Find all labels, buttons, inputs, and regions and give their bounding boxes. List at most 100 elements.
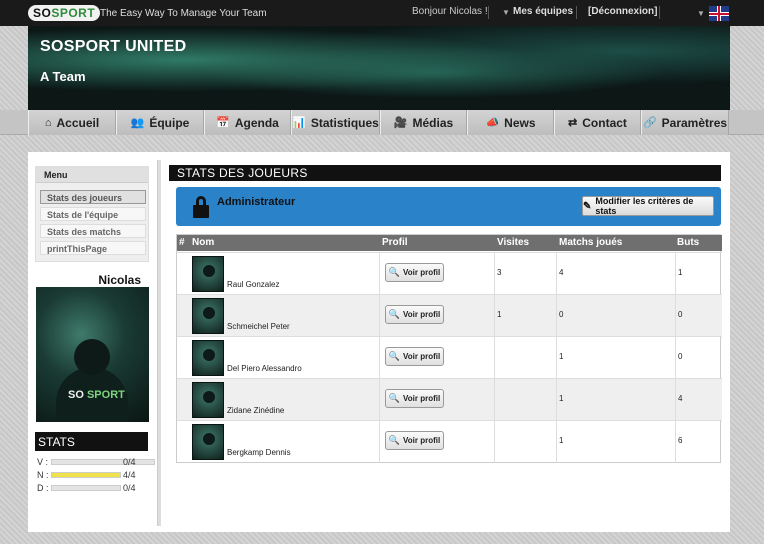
home-icon: ⌂ xyxy=(44,116,52,129)
team-banner: SOSPORT UNITED A Team xyxy=(28,26,730,110)
admin-box: Administrateur ✎ Modifier les critères d… xyxy=(176,187,721,226)
magnifier-icon: 🔍 xyxy=(388,309,401,319)
matches-value: 1 xyxy=(559,352,564,361)
stat-row-draws: N : 4/4 xyxy=(37,470,136,480)
view-profile-button[interactable]: 🔍 Voir profil xyxy=(385,263,444,282)
stat-bar xyxy=(51,472,121,478)
nav-contact[interactable]: ⇄ Contact xyxy=(554,110,641,135)
menu-item-stats-joueurs[interactable]: Stats des joueurs xyxy=(40,190,146,204)
view-profile-button[interactable]: 🔍 Voir profil xyxy=(385,431,444,450)
visits-value: 1 xyxy=(497,310,502,319)
sidebar-divider xyxy=(157,160,161,526)
goals-value: 0 xyxy=(678,310,683,319)
users-icon: 👥 xyxy=(130,117,145,129)
separator xyxy=(576,6,577,19)
col-header-matches: Matchs joués xyxy=(559,237,623,248)
separator xyxy=(488,6,489,19)
chevron-down-icon: ▼ xyxy=(697,9,705,18)
photo-brand: SO SPORT xyxy=(68,389,125,401)
stats-heading: STATS xyxy=(35,432,148,451)
stat-bar xyxy=(51,485,121,491)
table-row: Bergkamp Dennis 🔍 Voir profil 1 6 xyxy=(177,420,722,463)
section-title: STATS DES JOUEURS xyxy=(169,165,721,181)
nav-agenda[interactable]: 📅 Agenda xyxy=(204,110,291,135)
uk-flag-icon[interactable] xyxy=(709,6,729,21)
player-avatar[interactable] xyxy=(192,424,224,460)
magnifier-icon: 🔍 xyxy=(388,435,401,445)
player-name: Raul Gonzalez xyxy=(227,280,280,289)
logo-mark: SOSPORT xyxy=(28,5,101,21)
menu-title: Menu xyxy=(36,167,148,183)
stat-row-victories: V : 0/4 xyxy=(35,456,155,468)
menu-item-stats-matchs[interactable]: Stats des matchs xyxy=(40,224,146,238)
player-avatar[interactable] xyxy=(192,340,224,376)
matches-value: 1 xyxy=(559,436,564,445)
table-row: Zidane Zinédine 🔍 Voir profil 1 4 xyxy=(177,378,722,421)
matches-value: 1 xyxy=(559,394,564,403)
modify-stats-criteria-button[interactable]: ✎ Modifier les critères de stats xyxy=(582,196,714,216)
nav-news[interactable]: 📣 News xyxy=(467,110,554,135)
view-profile-button[interactable]: 🔍 Voir profil xyxy=(385,389,444,408)
admin-label: Administrateur xyxy=(217,196,296,208)
lock-icon xyxy=(193,196,209,218)
players-stats-table: # Nom Profil Visites Matchs joués Buts R… xyxy=(176,234,722,463)
table-header: # Nom Profil Visites Matchs joués Buts xyxy=(177,235,722,251)
stat-bar xyxy=(51,459,155,465)
player-avatar[interactable] xyxy=(192,256,224,292)
megaphone-icon: 📣 xyxy=(485,117,500,129)
table-row: Schmeichel Peter 🔍 Voir profil 1 0 0 xyxy=(177,294,722,337)
tagline: The Easy Way To Manage Your Team xyxy=(100,8,267,19)
col-header-goals: Buts xyxy=(677,237,700,248)
magnifier-icon: 🔍 xyxy=(388,351,401,361)
magnifier-icon: 🔍 xyxy=(388,393,401,403)
my-teams-link[interactable]: Mes équipes xyxy=(513,6,573,17)
player-avatar[interactable] xyxy=(192,382,224,418)
profile-photo[interactable]: SO SPORT xyxy=(36,287,149,422)
nav-equipe[interactable]: 👥 Équipe xyxy=(116,110,204,135)
sidebar-menu: Menu Stats des joueurs Stats de l'équipe… xyxy=(35,166,149,262)
greeting: Bonjour Nicolas ! xyxy=(412,6,488,17)
profile-name: Nicolas xyxy=(98,273,141,287)
separator xyxy=(659,6,660,19)
exchange-icon: ⇄ xyxy=(568,117,578,129)
nav-statistiques[interactable]: 📊 Statistiques xyxy=(291,110,380,135)
col-header-index: # xyxy=(179,237,185,248)
magnifier-icon: 🔍 xyxy=(388,267,401,277)
menu-item-print[interactable]: printThisPage xyxy=(40,241,146,255)
menu-item-stats-equipe[interactable]: Stats de l'équipe xyxy=(40,207,146,221)
video-camera-icon: 🎥 xyxy=(393,117,408,129)
table-row: Del Piero Alessandro 🔍 Voir profil 1 0 xyxy=(177,336,722,379)
chevron-down-icon: ▼ xyxy=(502,8,510,17)
team-subtitle: A Team xyxy=(40,69,86,84)
nav-parametres[interactable]: 🔗 Paramètres xyxy=(641,110,729,135)
sosport-logo[interactable]: SOSPORT xyxy=(28,4,101,22)
nav-accueil[interactable]: ⌂ Accueil xyxy=(28,110,116,135)
view-profile-button[interactable]: 🔍 Voir profil xyxy=(385,305,444,324)
logout-link[interactable]: [Déconnexion] xyxy=(588,6,657,17)
matches-value: 4 xyxy=(559,268,564,277)
goals-value: 4 xyxy=(678,394,683,403)
team-name: SOSPORT UNITED xyxy=(40,38,187,55)
goals-value: 0 xyxy=(678,352,683,361)
calendar-icon: 📅 xyxy=(216,117,230,129)
visits-value: 3 xyxy=(497,268,502,277)
col-header-name: Nom xyxy=(192,237,215,248)
view-profile-button[interactable]: 🔍 Voir profil xyxy=(385,347,444,366)
goals-value: 1 xyxy=(678,268,683,277)
top-bar: SOSPORT The Easy Way To Manage Your Team… xyxy=(0,0,764,26)
matches-value: 0 xyxy=(559,310,564,319)
player-avatar[interactable] xyxy=(192,298,224,334)
nav-medias[interactable]: 🎥 Médias xyxy=(380,110,467,135)
player-name: Del Piero Alessandro xyxy=(227,364,302,373)
player-name: Schmeichel Peter xyxy=(227,322,290,331)
player-name: Zidane Zinédine xyxy=(227,406,285,415)
player-name: Bergkamp Dennis xyxy=(227,448,291,457)
silhouette-head xyxy=(74,339,110,375)
pencil-icon: ✎ xyxy=(583,200,592,212)
link-icon: 🔗 xyxy=(642,117,657,129)
table-row: Raul Gonzalez 🔍 Voir profil 3 4 1 xyxy=(177,252,722,295)
main-nav: ⌂ Accueil 👥 Équipe 📅 Agenda 📊 Statistiques 🎥… xyxy=(0,110,764,135)
goals-value: 6 xyxy=(678,436,683,445)
col-header-profile: Profil xyxy=(382,237,408,248)
col-header-visits: Visites xyxy=(497,237,530,248)
